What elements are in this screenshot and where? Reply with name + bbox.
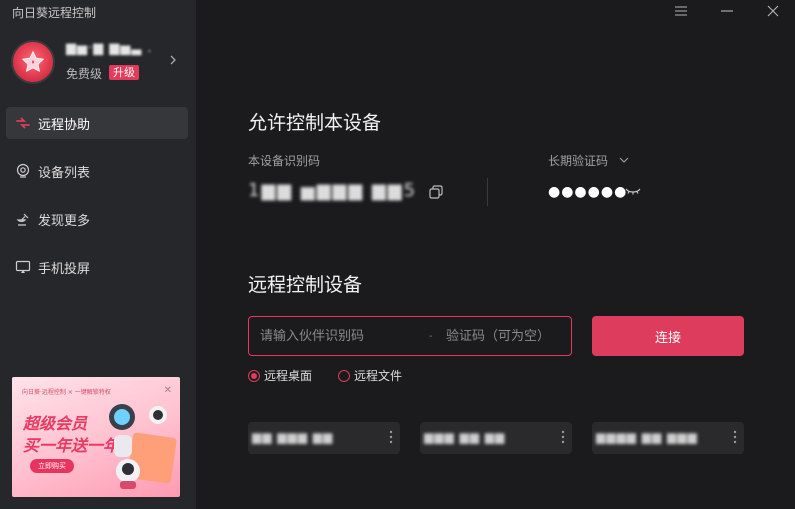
connect-button[interactable]: 连接 bbox=[592, 316, 744, 356]
satellite-icon bbox=[14, 210, 32, 228]
input-separator: - bbox=[429, 331, 433, 342]
sidebar-item-discover[interactable]: 发现更多 bbox=[6, 203, 188, 235]
device-name: ▆▆▆ ▆▆ ▆▆ bbox=[424, 430, 506, 444]
device-id-value: 1▆▆ ▅▆▆▆ ▆▆5 bbox=[248, 180, 418, 201]
device-name: ▆▆ ▆▆▆ ▆▆ bbox=[252, 430, 334, 444]
verification-code-label[interactable]: 长期验证码 bbox=[548, 152, 608, 169]
recent-device-card[interactable]: ▆▆▆ ▆▆ ▆▆ bbox=[420, 422, 572, 454]
banner-caption: 向日葵·远程控制 × 一键解锁特权 bbox=[22, 389, 111, 396]
radio-label: 远程文件 bbox=[354, 369, 403, 383]
more-options-icon[interactable] bbox=[388, 429, 394, 445]
device-list-icon bbox=[14, 162, 32, 180]
star-icon bbox=[21, 50, 45, 73]
radio-selected-icon bbox=[248, 369, 260, 382]
menu-icon[interactable] bbox=[672, 2, 690, 20]
chevron-right-icon[interactable] bbox=[168, 53, 178, 67]
sidebar-item-remote-assist[interactable]: 远程协助 bbox=[6, 107, 188, 139]
banner-title: 超级会员 bbox=[23, 414, 88, 433]
robot-mascot-icon bbox=[109, 404, 177, 489]
divider bbox=[487, 178, 488, 206]
screen-cast-icon bbox=[14, 258, 32, 276]
connect-input-group: - bbox=[248, 316, 572, 356]
radio-remote-desktop[interactable]: 远程桌面 bbox=[248, 367, 312, 384]
more-options-icon[interactable] bbox=[732, 429, 738, 445]
radio-label: 远程桌面 bbox=[264, 369, 313, 383]
remote-control-title: 远程控制设备 bbox=[248, 274, 363, 296]
sidebar-item-device-list[interactable]: 设备列表 bbox=[6, 155, 188, 187]
upgrade-badge[interactable]: 升级 bbox=[109, 65, 139, 80]
more-options-icon[interactable] bbox=[560, 429, 566, 445]
radio-remote-file[interactable]: 远程文件 bbox=[338, 367, 402, 384]
device-name: ▆▆▆▆ ▆▆ ▆▆▆ bbox=[596, 430, 698, 444]
remote-assist-icon bbox=[14, 114, 32, 132]
buy-now-button[interactable]: 立即购买 bbox=[30, 459, 74, 473]
recent-device-card[interactable]: ▆▆ ▆▆▆ ▆▆ bbox=[248, 422, 400, 454]
username: ▆▅·▆ ▆▅▃ . bbox=[66, 41, 153, 56]
eye-closed-icon[interactable] bbox=[625, 185, 641, 197]
verification-code-value: ●●●●●● bbox=[548, 184, 628, 200]
sidebar-item-label: 手机投屏 bbox=[38, 261, 91, 277]
sidebar-item-label: 设备列表 bbox=[38, 165, 91, 181]
allow-control-title: 允许控制本设备 bbox=[248, 112, 382, 134]
sidebar-item-label: 发现更多 bbox=[38, 213, 91, 229]
minimize-icon[interactable] bbox=[718, 2, 736, 20]
tier-label: 免费级 bbox=[66, 67, 103, 81]
app-title: 向日葵远程控制 bbox=[12, 6, 97, 20]
avatar[interactable] bbox=[11, 40, 55, 84]
partner-id-input[interactable] bbox=[260, 317, 420, 355]
chevron-down-icon[interactable] bbox=[618, 154, 630, 166]
radio-unselected-icon bbox=[338, 369, 350, 382]
verification-code-input[interactable] bbox=[446, 317, 566, 355]
sidebar-item-label: 远程协助 bbox=[38, 117, 91, 133]
sidebar-item-screen-cast[interactable]: 手机投屏 bbox=[6, 251, 188, 283]
sidebar: 向日葵远程控制 ▆▅·▆ ▆▅▃ . 免费级 升级 远程协助 设备列表 发现更多… bbox=[0, 0, 196, 509]
promo-banner[interactable]: 向日葵·远程控制 × 一键解锁特权 ✕ 超级会员 买一年送一年 立即购买 bbox=[12, 377, 180, 497]
copy-icon[interactable] bbox=[428, 184, 444, 200]
recent-device-card[interactable]: ▆▆▆▆ ▆▆ ▆▆▆ bbox=[592, 422, 744, 454]
close-window-icon[interactable] bbox=[764, 2, 782, 20]
device-id-label: 本设备识别码 bbox=[248, 154, 321, 168]
